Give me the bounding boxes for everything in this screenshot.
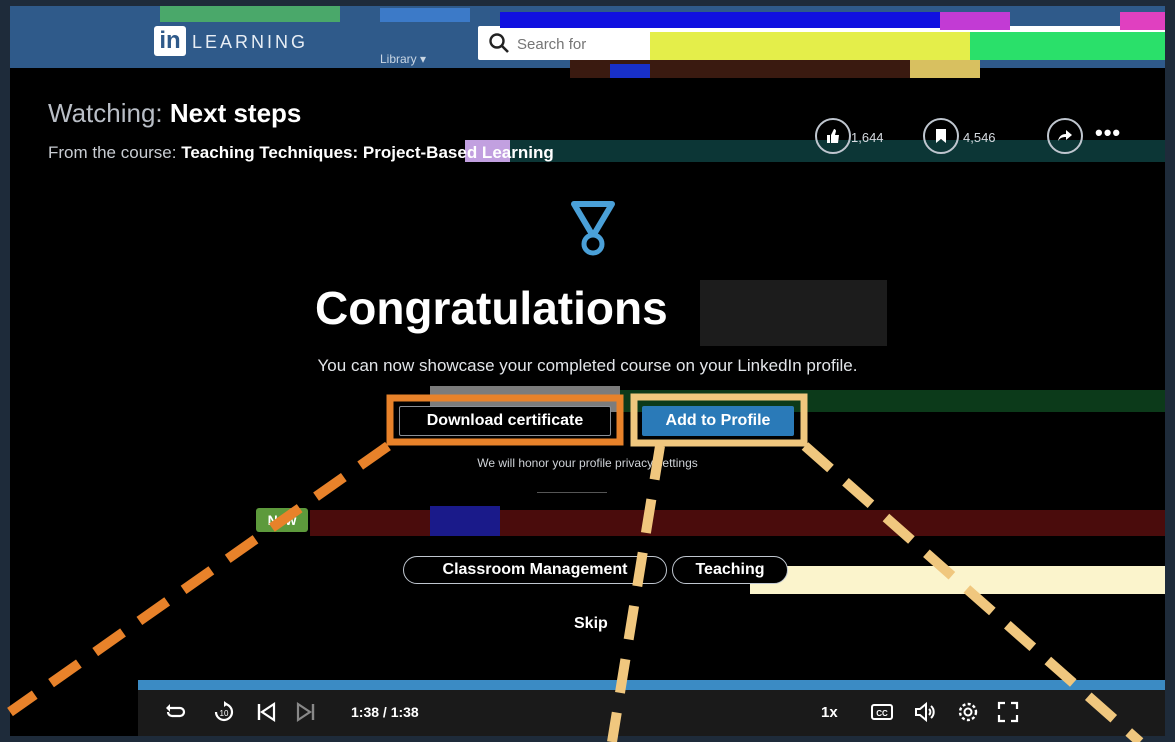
- skip-link[interactable]: Skip: [574, 615, 608, 633]
- course-info: From the course: Teaching Techniques: Pr…: [48, 143, 554, 163]
- download-certificate-button[interactable]: Download certificate: [399, 406, 611, 436]
- redacted-name: [700, 280, 887, 346]
- captions-icon[interactable]: CC: [870, 700, 894, 724]
- save-count: 4,546: [963, 130, 996, 145]
- thumbs-up-icon: [827, 129, 839, 143]
- course-name[interactable]: Teaching Techniques: Project-Based Learn…: [181, 143, 554, 162]
- settings-gear-icon[interactable]: [956, 700, 980, 724]
- medal-icon: [571, 201, 615, 256]
- new-badge: New: [256, 508, 308, 532]
- glitch-artifact: [940, 12, 1010, 30]
- congratulations-heading: Congratulations: [315, 282, 668, 334]
- replay-10-icon[interactable]: 10: [212, 700, 236, 724]
- divider: [537, 492, 607, 493]
- glitch-artifact: [910, 60, 980, 78]
- progress-fill: [138, 680, 1165, 690]
- glitch-artifact: [160, 6, 340, 22]
- glitch-artifact: [650, 32, 970, 60]
- search-icon[interactable]: [488, 32, 510, 54]
- save-button[interactable]: [923, 118, 959, 154]
- now-watching: Watching: Next steps: [48, 98, 301, 129]
- glitch-artifact: [380, 8, 470, 22]
- skill-chip-classroom-management[interactable]: Classroom Management: [403, 556, 667, 584]
- glitch-artifact: [500, 12, 960, 28]
- glitch-artifact: [750, 566, 1165, 594]
- loop-icon[interactable]: [164, 700, 188, 724]
- library-menu[interactable]: Library ▾: [380, 52, 426, 66]
- glitch-artifact: [610, 64, 650, 78]
- watching-prefix: Watching:: [48, 98, 170, 128]
- glitch-artifact: [1120, 12, 1165, 30]
- next-icon[interactable]: [294, 700, 318, 724]
- time-readout: 1:38 / 1:38: [351, 704, 419, 720]
- progress-bar[interactable]: [138, 680, 1165, 690]
- linkedin-logo-icon[interactable]: in: [154, 26, 186, 56]
- share-icon: [1058, 130, 1072, 141]
- learning-logo-text[interactable]: LEARNING: [192, 32, 308, 53]
- add-to-profile-button[interactable]: Add to Profile: [642, 406, 794, 436]
- svg-text:10: 10: [220, 709, 229, 718]
- privacy-note: We will honor your profile privacy setti…: [477, 456, 698, 470]
- previous-icon[interactable]: [254, 700, 278, 724]
- course-player-window: in LEARNING Library ▾ Watching: Next ste…: [10, 6, 1165, 736]
- course-prefix: From the course:: [48, 143, 182, 162]
- completion-subtitle: You can now showcase your completed cour…: [317, 356, 858, 375]
- like-button[interactable]: [815, 118, 851, 154]
- playback-speed[interactable]: 1x: [821, 704, 838, 721]
- glitch-artifact: [970, 32, 1165, 60]
- player-controls: 10 1:38 / 1:38 1x CC: [138, 690, 1165, 736]
- more-options-icon[interactable]: •••: [1095, 120, 1121, 146]
- cc-label: CC: [876, 709, 888, 718]
- share-button[interactable]: [1047, 118, 1083, 154]
- video-title: Next steps: [169, 98, 302, 128]
- bookmark-icon: [936, 129, 946, 143]
- like-count: 1,644: [851, 130, 884, 145]
- fullscreen-icon[interactable]: [996, 700, 1020, 724]
- volume-icon[interactable]: [913, 700, 937, 724]
- glitch-artifact: [430, 506, 500, 536]
- skill-chip-teaching[interactable]: Teaching: [672, 556, 788, 584]
